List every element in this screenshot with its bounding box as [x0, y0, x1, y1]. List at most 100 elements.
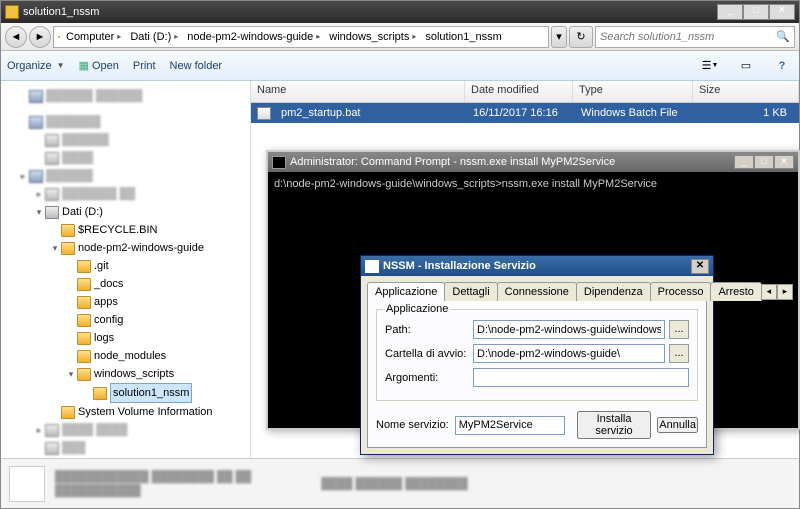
file-type: Windows Batch File [575, 107, 695, 119]
service-name-label: Nome servizio: [376, 419, 449, 431]
startdir-browse-button[interactable]: ... [669, 344, 689, 363]
file-date: 16/11/2017 16:16 [467, 107, 575, 119]
tab-applicazione[interactable]: Applicazione [367, 282, 445, 301]
col-date[interactable]: Date modified [465, 81, 573, 102]
tree-item[interactable]: ▸██████ [3, 167, 248, 185]
back-button[interactable]: ◄ [5, 26, 27, 48]
tree-item-ws[interactable]: ▾windows_scripts [3, 365, 248, 383]
tree-item-config[interactable]: config [3, 311, 248, 329]
open-button[interactable]: ▦Open [79, 59, 119, 72]
folder-icon [58, 36, 60, 38]
explorer-titlebar: solution1_nssm _ □ ✕ [1, 1, 799, 23]
details-pane: ████████████ ████████ ██ █████████████ █… [1, 458, 799, 508]
file-thumbnail [9, 466, 45, 502]
explorer-toolbar: Organize▼ ▦Open Print New folder ☰▼ ▭ ? [1, 51, 799, 81]
tab-connessione[interactable]: Connessione [497, 282, 577, 301]
minimize-button[interactable]: _ [717, 4, 743, 20]
search-icon: 🔍 [776, 30, 790, 43]
cmd-maximize[interactable]: □ [754, 155, 774, 169]
path-input[interactable] [473, 320, 665, 339]
file-size: 1 KB [695, 107, 799, 119]
tab-dipendenza[interactable]: Dipendenza [576, 282, 651, 301]
tree-item-recycle[interactable]: $RECYCLE.BIN [3, 221, 248, 239]
group-label: Applicazione [383, 303, 451, 315]
cmd-icon [272, 156, 286, 169]
forward-button[interactable]: ► [29, 26, 51, 48]
tab-arresto[interactable]: Arresto [710, 282, 761, 301]
file-details: ████████████ ████████ ██ █████████████ [55, 470, 251, 498]
search-input[interactable] [600, 31, 776, 43]
cmd-titlebar: Administrator: Command Prompt - nssm.exe… [268, 152, 798, 172]
nssm-titlebar: NSSM - Installazione Servizio ✕ [361, 256, 713, 276]
search-box[interactable]: 🔍 [595, 26, 795, 48]
tab-dettagli[interactable]: Dettagli [444, 282, 497, 301]
col-name[interactable]: Name [251, 81, 465, 102]
maximize-button[interactable]: □ [743, 4, 769, 20]
tree-item-apps[interactable]: apps [3, 293, 248, 311]
tree-item[interactable]: ███████ [3, 113, 248, 131]
tab-panel: Applicazione Path: ... Cartella di avvio… [367, 300, 707, 448]
col-type[interactable]: Type [573, 81, 693, 102]
tab-strip: Applicazione Dettagli Connessione Dipend… [367, 282, 707, 301]
cmd-close[interactable]: ✕ [774, 155, 794, 169]
nssm-dialog: NSSM - Installazione Servizio ✕ Applicaz… [360, 255, 714, 455]
crumb-npwg[interactable]: node-pm2-windows-guide▸ [183, 31, 325, 43]
batch-file-icon [257, 107, 271, 120]
tree-item-nm[interactable]: node_modules [3, 347, 248, 365]
tree-item[interactable]: ████ [3, 149, 248, 167]
close-button[interactable]: ✕ [769, 4, 795, 20]
path-browse-button[interactable]: ... [669, 320, 689, 339]
tree-item-npwg[interactable]: ▾node-pm2-windows-guide [3, 239, 248, 257]
window-title: solution1_nssm [23, 6, 717, 18]
args-input[interactable] [473, 368, 689, 387]
cmd-minimize[interactable]: _ [734, 155, 754, 169]
tab-scroll-right[interactable]: ▸ [777, 284, 793, 300]
tree-item-dati[interactable]: ▾Dati (D:) [3, 203, 248, 221]
nssm-title: NSSM - Installazione Servizio [383, 260, 536, 272]
cancel-button[interactable]: Annulla [657, 417, 698, 433]
navigation-pane[interactable]: ██████ ██████ ███████ ██████ ████ ▸█████… [1, 81, 251, 458]
preview-pane-button[interactable]: ▭ [735, 56, 757, 76]
crumb-sol1[interactable]: solution1_nssm [421, 31, 506, 43]
tree-item[interactable]: ▸███████ ██ [3, 185, 248, 203]
crumb-ws[interactable]: windows_scripts▸ [325, 31, 421, 43]
address-bar: ◄ ► Computer▸ Dati (D:)▸ node-pm2-window… [1, 23, 799, 51]
tree-item[interactable]: ██████ [3, 131, 248, 149]
newfolder-button[interactable]: New folder [170, 60, 223, 72]
nssm-close-button[interactable]: ✕ [691, 259, 709, 274]
refresh-button[interactable]: ↻ [569, 26, 593, 48]
file-details-2: ████ ██████ ████████ [321, 477, 467, 491]
install-service-button[interactable]: Installa servizio [577, 411, 652, 439]
tree-item-logs[interactable]: logs [3, 329, 248, 347]
tab-processo[interactable]: Processo [650, 282, 712, 301]
tree-item-docs[interactable]: _docs [3, 275, 248, 293]
applicazione-group: Applicazione Path: ... Cartella di avvio… [376, 309, 698, 401]
folder-icon [5, 5, 19, 19]
tab-scroll-left[interactable]: ◂ [761, 284, 777, 300]
tree-item[interactable]: ██████ ██████ [3, 87, 248, 105]
view-button[interactable]: ☰▼ [699, 56, 721, 76]
col-size[interactable]: Size [693, 81, 799, 102]
startdir-label: Cartella di avvio: [385, 348, 469, 360]
organize-button[interactable]: Organize▼ [7, 60, 65, 72]
print-button[interactable]: Print [133, 60, 156, 72]
tree-item-git[interactable]: .git [3, 257, 248, 275]
column-headers[interactable]: Name Date modified Type Size [251, 81, 799, 103]
file-row[interactable]: pm2_startup.bat 16/11/2017 16:16 Windows… [251, 103, 799, 123]
tree-item[interactable]: ▸████ ████ [3, 421, 248, 439]
history-dropdown[interactable]: ▾ [551, 26, 567, 48]
help-button[interactable]: ? [771, 56, 793, 76]
tree-item-sol1[interactable]: solution1_nssm [3, 383, 248, 403]
nssm-icon [365, 260, 379, 273]
path-label: Path: [385, 324, 469, 336]
tree-item[interactable]: ███ [3, 439, 248, 457]
tree-item-svi[interactable]: System Volume Information [3, 403, 248, 421]
file-name: pm2_startup.bat [275, 107, 467, 119]
cmd-title: Administrator: Command Prompt - nssm.exe… [290, 156, 615, 168]
crumb-drive[interactable]: Dati (D:)▸ [126, 31, 183, 43]
terminal-output[interactable]: d:\node-pm2-windows-guide\windows_script… [268, 172, 798, 208]
breadcrumb[interactable]: Computer▸ Dati (D:)▸ node-pm2-windows-gu… [53, 26, 549, 48]
startdir-input[interactable] [473, 344, 665, 363]
service-name-input[interactable] [455, 416, 565, 435]
crumb-computer[interactable]: Computer▸ [62, 31, 126, 43]
